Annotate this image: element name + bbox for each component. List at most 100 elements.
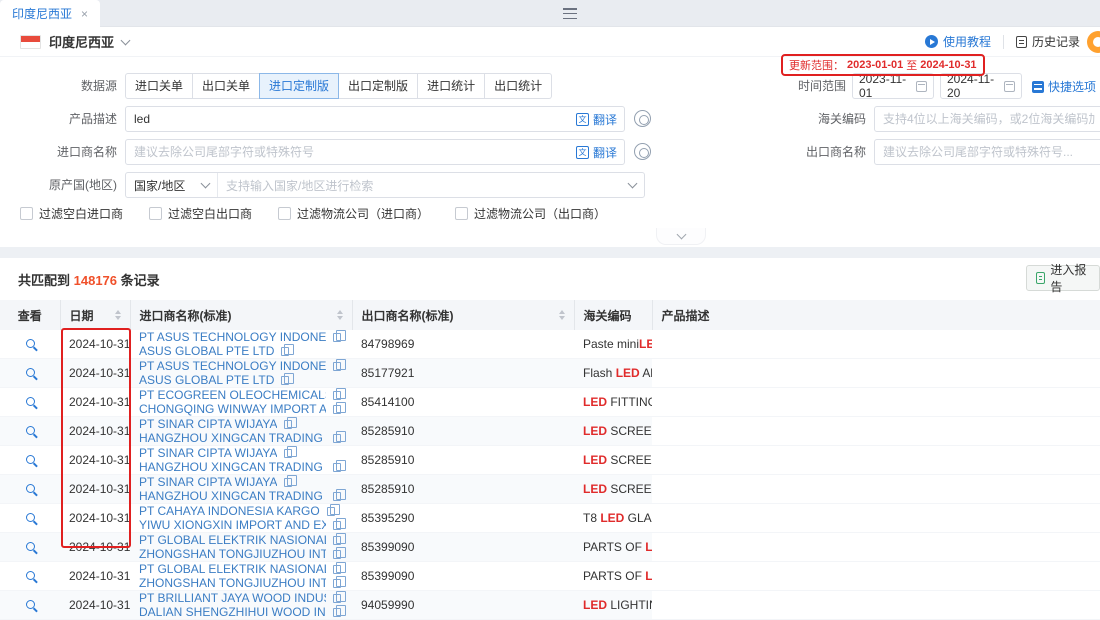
translate-button[interactable]: 文 翻译: [576, 106, 617, 132]
quick-options-link[interactable]: 快捷选项: [1032, 78, 1096, 95]
origin-type-select[interactable]: 国家/地区: [126, 173, 218, 197]
copy-icon[interactable]: [327, 507, 335, 516]
menu-icon[interactable]: [563, 8, 577, 19]
sort-icon[interactable]: [337, 310, 343, 320]
view-magnifier-icon[interactable]: [26, 484, 35, 493]
filter-checkbox-3[interactable]: 过滤物流公司（进口商）: [278, 205, 429, 222]
close-icon[interactable]: ×: [81, 8, 88, 20]
importer-name-link[interactable]: PT BRILLIANT JAYA WOOD INDUSTRY: [139, 591, 326, 605]
exporter-name-link[interactable]: CHONGQING WINWAY IMPORT AND E...: [139, 402, 326, 416]
exporter-cell: HANGZHOU XINGCAN TRADING CO LTD: [130, 460, 352, 474]
data-source-tab-5[interactable]: 进口统计: [418, 73, 485, 99]
view-cell: [0, 562, 60, 591]
copy-icon[interactable]: [333, 391, 341, 400]
importer-cell: PT CAHAYA INDONESIA KARGO: [130, 504, 352, 518]
exporter-name-link[interactable]: ZHONGSHAN TONGJIUZHOU INTERNA...: [139, 547, 326, 561]
view-magnifier-icon[interactable]: [26, 542, 35, 551]
importer-input[interactable]: [125, 139, 625, 165]
copy-icon[interactable]: [333, 492, 341, 501]
view-magnifier-icon[interactable]: [26, 339, 35, 348]
copy-icon[interactable]: [333, 565, 341, 574]
importer-name-link[interactable]: PT ASUS TECHNOLOGY INDONESIA BA...: [139, 359, 326, 373]
checkbox-icon[interactable]: [20, 207, 33, 220]
enter-report-button[interactable]: 进入报告: [1026, 265, 1100, 291]
hs-code-input[interactable]: [874, 106, 1100, 132]
tab-indonesia[interactable]: 印度尼西亚 ×: [0, 0, 100, 27]
exporter-cell: ASUS GLOBAL PTE LTD: [130, 373, 352, 387]
exporter-name-link[interactable]: YIWU XIONGXIN IMPORT AND EXPORT...: [139, 518, 326, 532]
copy-icon[interactable]: [333, 536, 341, 545]
copy-icon[interactable]: [333, 521, 341, 530]
exporter-name-link[interactable]: DALIAN SHENGZHIHUI WOOD INDUST...: [139, 605, 326, 619]
origin-search-input[interactable]: 支持输入国家/地区进行检索: [218, 177, 644, 194]
view-magnifier-icon[interactable]: [26, 455, 35, 464]
copy-icon[interactable]: [333, 608, 341, 617]
view-magnifier-icon[interactable]: [26, 426, 35, 435]
data-source-tab-4[interactable]: 出口定制版: [339, 73, 418, 99]
column-header-label: 海关编码: [584, 307, 632, 324]
data-source-tab-1[interactable]: 进口关单: [125, 73, 193, 99]
checkbox-icon[interactable]: [455, 207, 468, 220]
checkbox-icon[interactable]: [278, 207, 291, 220]
data-source-tab-2[interactable]: 出口关单: [193, 73, 260, 99]
date-from-input[interactable]: 2023-11-01: [852, 73, 934, 99]
copy-icon[interactable]: [333, 594, 341, 603]
importer-name-link[interactable]: PT SINAR CIPTA WIJAYA: [139, 417, 277, 431]
copy-icon[interactable]: [333, 550, 341, 559]
checkbox-icon[interactable]: [149, 207, 162, 220]
copy-icon[interactable]: [333, 405, 341, 414]
exporter-name-link[interactable]: ASUS GLOBAL PTE LTD: [139, 373, 274, 387]
column-header-4[interactable]: 出口商名称(标准): [352, 300, 574, 330]
importer-name-link[interactable]: PT SINAR CIPTA WIJAYA: [139, 446, 277, 460]
column-header-label: 进口商名称(标准): [140, 307, 232, 324]
exporter-name-link[interactable]: HANGZHOU XINGCAN TRADING CO LTD: [139, 460, 326, 474]
exporter-name-link[interactable]: HANGZHOU XINGCAN TRADING CO LTD: [139, 489, 326, 503]
exporter-name-link[interactable]: ASUS GLOBAL PTE LTD: [139, 344, 274, 358]
exporter-name-link[interactable]: HANGZHOU XINGCAN TRADING CO LTD: [139, 431, 326, 445]
history-link[interactable]: 历史记录: [1016, 33, 1080, 50]
copy-icon[interactable]: [333, 333, 341, 342]
column-header-3[interactable]: 进口商名称(标准): [130, 300, 352, 330]
importer-name-link[interactable]: PT ECOGREEN OLEOCHEMICALS: [139, 388, 326, 402]
match-mode-icon[interactable]: [634, 143, 651, 160]
match-mode-icon[interactable]: [634, 110, 651, 127]
view-magnifier-icon[interactable]: [26, 513, 35, 522]
view-magnifier-icon[interactable]: [26, 397, 35, 406]
copy-icon[interactable]: [281, 347, 289, 356]
column-header-2[interactable]: 日期: [60, 300, 130, 330]
importer-name-link[interactable]: PT ASUS TECHNOLOGY INDONESIA BA...: [139, 330, 326, 344]
copy-icon[interactable]: [333, 362, 341, 371]
data-source-tab-6[interactable]: 出口统计: [485, 73, 552, 99]
copy-icon[interactable]: [333, 463, 341, 472]
importer-name-link[interactable]: PT CAHAYA INDONESIA KARGO: [139, 504, 320, 518]
importer-name-link[interactable]: PT SINAR CIPTA WIJAYA: [139, 475, 277, 489]
view-magnifier-icon[interactable]: [26, 600, 35, 609]
copy-icon[interactable]: [333, 579, 341, 588]
copy-icon[interactable]: [284, 420, 292, 429]
filter-checkbox-4[interactable]: 过滤物流公司（出口商）: [455, 205, 606, 222]
copy-icon[interactable]: [333, 434, 341, 443]
exporter-input[interactable]: [874, 139, 1100, 165]
view-magnifier-icon[interactable]: [26, 571, 35, 580]
product-desc-input[interactable]: [125, 106, 625, 132]
importer-name-link[interactable]: PT GLOBAL ELEKTRIK NASIONAL: [139, 533, 326, 547]
tutorial-link[interactable]: 使用教程: [925, 33, 991, 50]
importer-name-link[interactable]: PT GLOBAL ELEKTRIK NASIONAL: [139, 562, 326, 576]
collapse-filters-button[interactable]: [656, 228, 706, 245]
translate-button[interactable]: 文 翻译: [576, 139, 617, 165]
chevron-down-icon[interactable]: [121, 35, 131, 45]
date-to-input[interactable]: 2024-11-20: [940, 73, 1022, 99]
view-magnifier-icon[interactable]: [26, 368, 35, 377]
translate-icon: 文: [576, 146, 589, 159]
filter-checkbox-1[interactable]: 过滤空白进口商: [20, 205, 123, 222]
copy-icon[interactable]: [284, 449, 292, 458]
copy-icon[interactable]: [284, 478, 292, 487]
column-header-label: 产品描述: [662, 307, 710, 324]
filter-checkbox-2[interactable]: 过滤空白出口商: [149, 205, 252, 222]
translate-label: 翻译: [593, 144, 617, 161]
data-source-tab-3[interactable]: 进口定制版: [259, 73, 339, 99]
copy-icon[interactable]: [281, 376, 289, 385]
sort-icon[interactable]: [559, 310, 565, 320]
exporter-name-link[interactable]: ZHONGSHAN TONGJIUZHOU INTERNA...: [139, 576, 326, 590]
sort-icon[interactable]: [115, 310, 121, 320]
